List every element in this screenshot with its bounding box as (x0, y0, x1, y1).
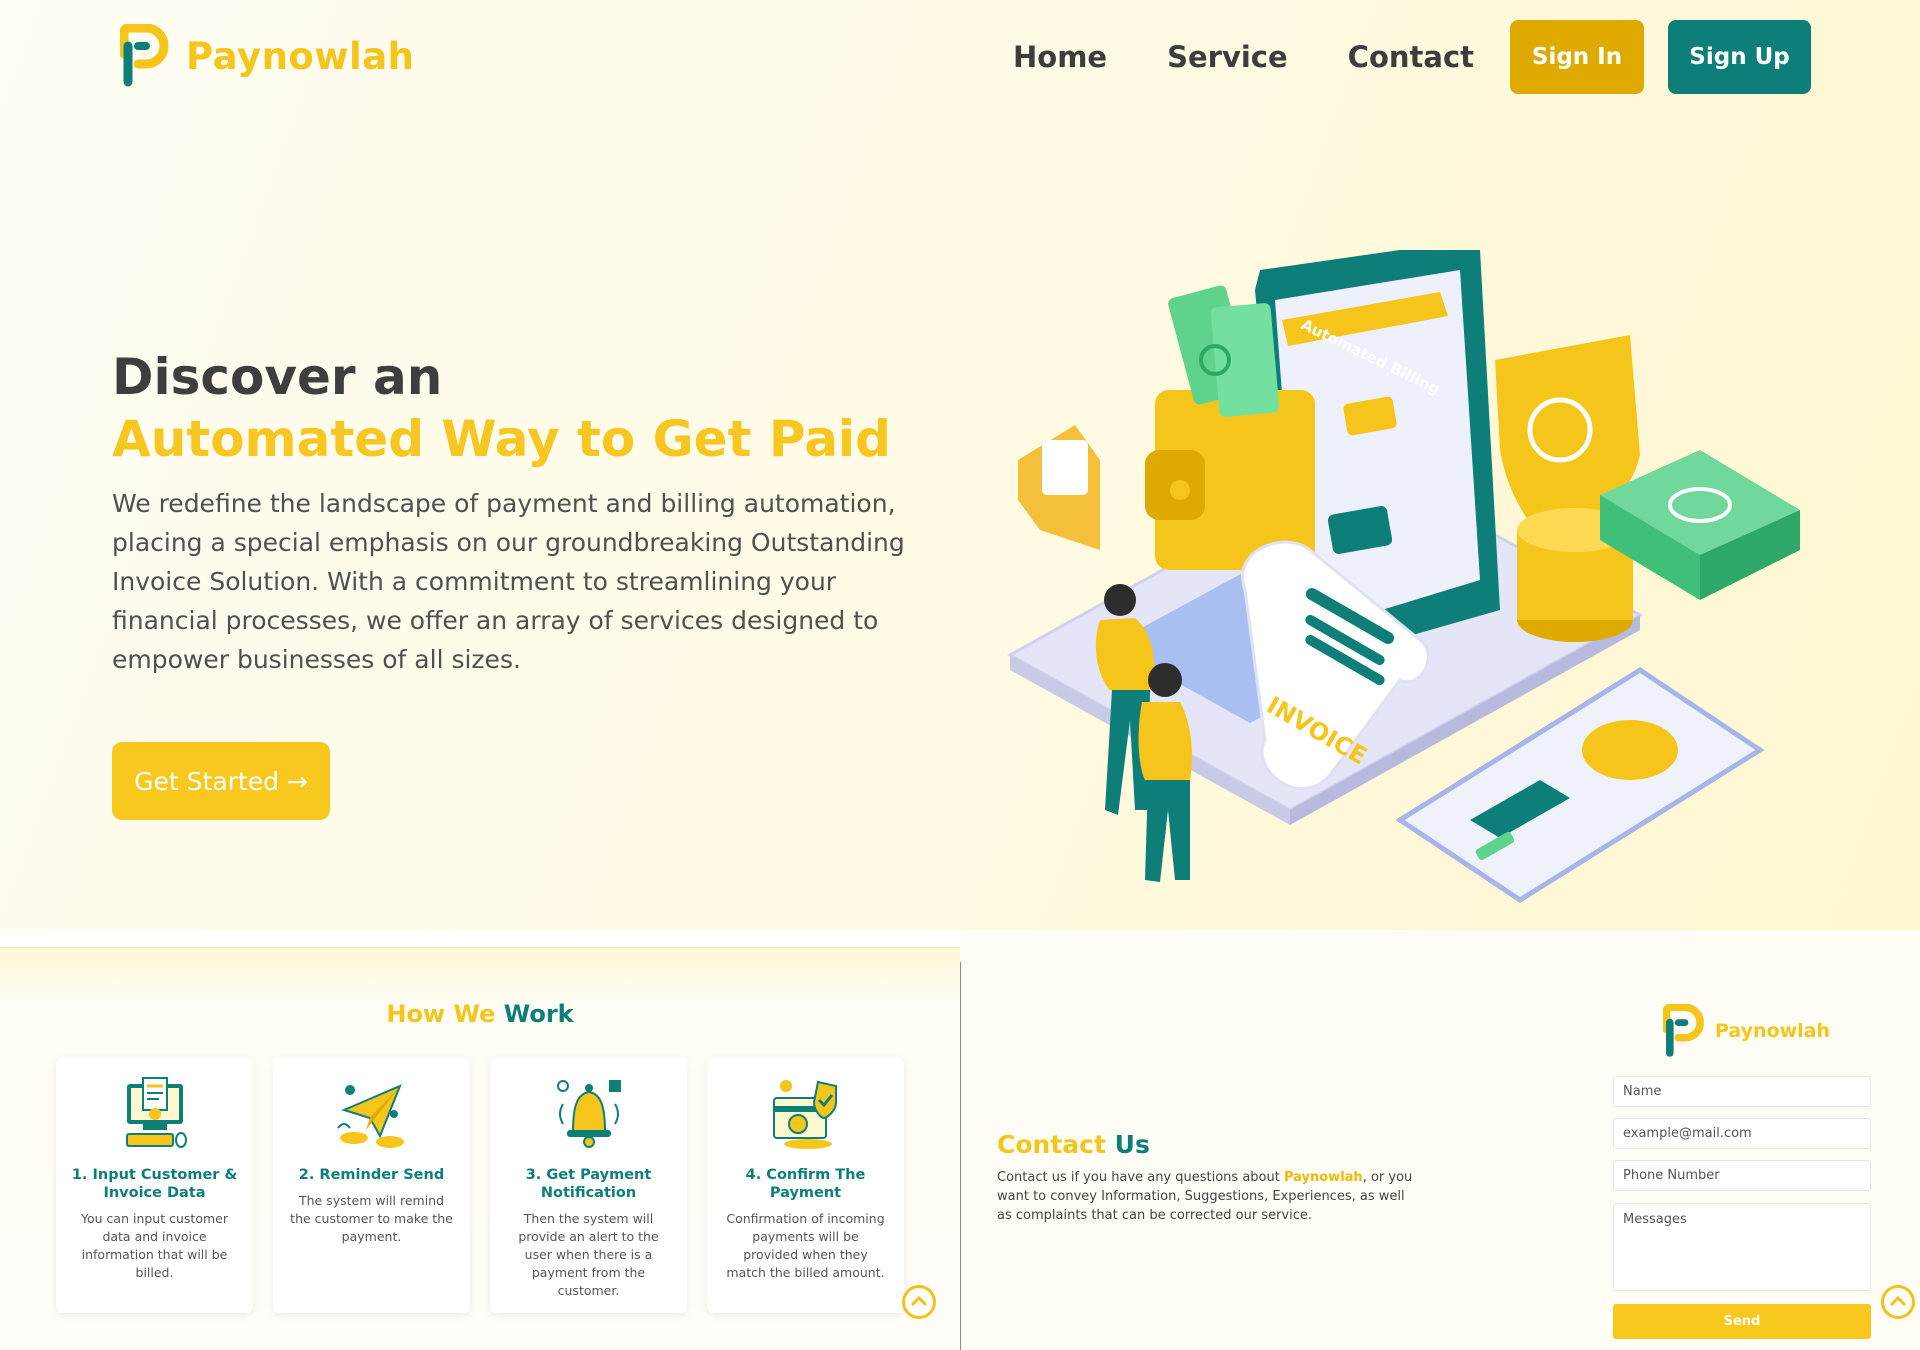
chevron-up-icon (1889, 1295, 1907, 1307)
how-we-work-section: How We Work 1. Input Customer & Invoice … (0, 947, 960, 1350)
brand-name: Paynowlah (186, 34, 415, 78)
step-title: 4. Confirm The Payment (745, 1167, 866, 1201)
send-button[interactable]: Send (1613, 1304, 1871, 1339)
step-card-3: 3. Get Payment Notification Then the sys… (490, 1058, 687, 1313)
man-torso (1138, 702, 1192, 780)
step-text: The system will remind the customer to m… (290, 1193, 453, 1244)
scroll-to-top-button[interactable] (902, 1285, 936, 1319)
step-card-4: 4. Confirm The Payment Confirmation of i… (707, 1058, 904, 1313)
cash-bill-2 (1210, 303, 1280, 417)
billing-illustration: Automated Billing INVOICE (1006, 250, 1800, 903)
contact-brand-name: Paynowlah (1715, 1020, 1831, 1042)
phone-wallet-circle (1582, 720, 1678, 780)
scroll-to-top-button[interactable] (1881, 1285, 1915, 1319)
message-field[interactable] (1613, 1203, 1871, 1291)
hero-section: Paynowlah Home Service Contact Sign In S… (0, 0, 1920, 930)
nav-service-link[interactable]: Service (1167, 40, 1288, 74)
paper-plane-icon (336, 1084, 404, 1148)
step-title: 3. Get Payment Notification (525, 1167, 652, 1201)
step-title: 2. Reminder Send (298, 1167, 445, 1183)
contact-text-brand: Paynowlah (1283, 1170, 1363, 1185)
hero-title-line1: Discover an (112, 348, 443, 406)
contact-logo: Paynowlah (1663, 1004, 1830, 1058)
how-we-work-title-part2: Work (503, 1000, 574, 1028)
main-nav: Home Service Contact Sign In Sign Up (1013, 20, 1811, 94)
name-field[interactable] (1613, 1076, 1871, 1107)
nav-home-link[interactable]: Home (1013, 40, 1107, 74)
contact-section: Contact Us Contact us if you have any qu… (961, 930, 1920, 1350)
step-card-1: 1. Input Customer & Invoice Data You can… (56, 1058, 253, 1313)
bell-icon (556, 1080, 621, 1148)
man-legs (1145, 780, 1190, 882)
phone-field[interactable] (1613, 1160, 1871, 1191)
hero-description: We redefine the landscape of payment and… (112, 489, 905, 674)
computer-data-icon (125, 1077, 187, 1148)
step-text: Then the system will provide an alert to… (518, 1211, 659, 1298)
woman-figure (1104, 584, 1136, 616)
sign-up-button[interactable]: Sign Up (1668, 20, 1811, 94)
steps-list: 1. Input Customer & Invoice Data You can… (56, 1058, 904, 1313)
sign-in-button[interactable]: Sign In (1510, 20, 1644, 94)
chevron-up-icon (910, 1295, 928, 1307)
step-card-2: 2. Reminder Send The system will remind … (273, 1058, 470, 1313)
step-title: 1. Input Customer & Invoice Data (71, 1167, 238, 1201)
payment-shield-icon (772, 1080, 837, 1149)
contact-title: Contact Us (997, 1130, 1150, 1159)
paynowlah-logo-icon (120, 24, 169, 87)
paynowlah-logo-icon (1663, 1004, 1704, 1057)
get-started-button[interactable]: Get Started → (112, 742, 330, 820)
envelope-letter (1042, 440, 1088, 495)
how-we-work-title: How We Work (0, 1000, 960, 1028)
contact-title-part1: Contact (997, 1130, 1106, 1159)
contact-title-part2: Us (1114, 1130, 1150, 1159)
how-we-work-title-part1: How We (386, 1000, 496, 1028)
wallet-button (1170, 480, 1190, 500)
contact-description: Contact us if you have any questions abo… (997, 1168, 1417, 1225)
brand-logo[interactable]: Paynowlah (120, 24, 415, 88)
step-text: You can input customer data and invoice … (81, 1211, 228, 1280)
email-field[interactable] (1613, 1118, 1871, 1149)
step-text: Confirmation of incoming payments will b… (726, 1211, 885, 1280)
contact-text-before: Contact us if you have any questions abo… (997, 1170, 1284, 1185)
nav-contact-link[interactable]: Contact (1348, 40, 1474, 74)
hero-title-line2: Automated Way to Get Paid (112, 410, 891, 468)
man-figure (1148, 663, 1182, 697)
